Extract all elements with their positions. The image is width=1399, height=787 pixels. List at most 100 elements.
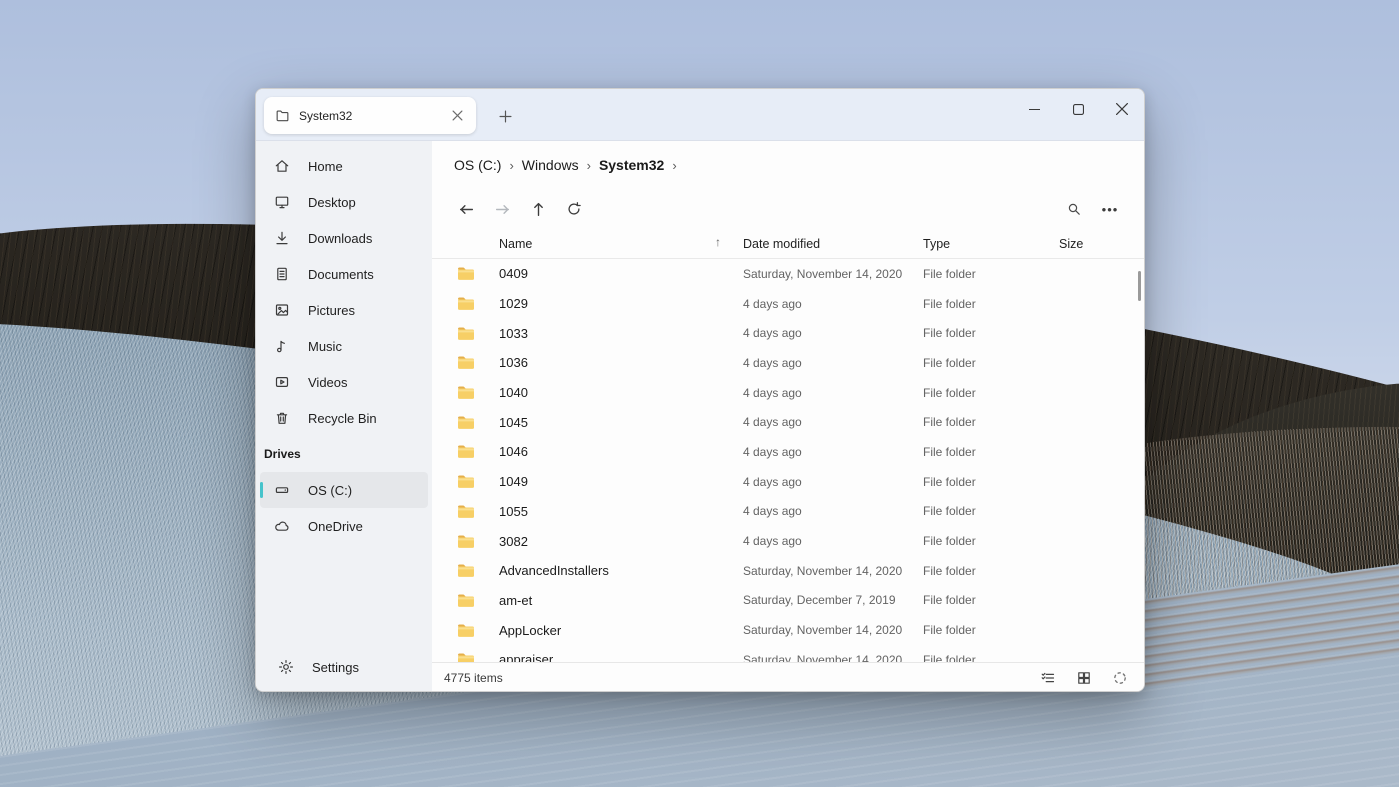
sidebar-item-desktop[interactable]: Desktop [260,184,428,220]
sidebar-item-onedrive[interactable]: OneDrive [260,508,428,544]
file-type: File folder [923,593,976,608]
sidebar-item-label: Home [308,158,343,174]
file-row-1045[interactable]: 1045 4 days ago File folder [432,407,1144,437]
gear-icon [278,659,294,675]
file-row-0409[interactable]: 0409 Saturday, November 14, 2020 File fold… [432,259,1144,289]
sidebar-item-label: Videos [308,374,348,390]
drive-icon [274,482,290,498]
downloads-icon [274,230,290,246]
sidebar-item-downloads[interactable]: Downloads [260,220,428,256]
folder-outline-icon [275,108,290,123]
sidebar-item-label: Recycle Bin [308,410,377,426]
up-arrow-icon[interactable] [522,194,554,224]
pictures-icon [274,302,290,318]
sidebar-drive-items: OS (C:) OneDrive [256,472,432,544]
column-header-name[interactable]: Name [499,237,743,251]
tab-title: System32 [299,108,353,123]
new-tab-button[interactable] [493,104,517,128]
sidebar-settings-slot: Settings [260,649,428,685]
sidebar-item-settings[interactable]: Settings [264,649,424,685]
folder-icon [457,385,499,400]
forward-arrow-icon[interactable] [486,194,518,224]
breadcrumb-windows[interactable]: Windows [522,157,579,173]
sidebar-item-recycle-bin[interactable]: Recycle Bin [260,400,428,436]
videos-icon [274,374,290,390]
file-type: File folder [923,266,976,281]
sidebar-item-label: Settings [312,659,359,675]
file-row-1040[interactable]: 1040 4 days ago File folder [432,378,1144,408]
file-name: AppLocker [499,622,562,638]
folder-icon [457,266,499,281]
sidebar-item-os-c[interactable]: OS (C:) [260,472,428,508]
sidebar-item-pictures[interactable]: Pictures [260,292,428,328]
sidebar-item-music[interactable]: Music [260,328,428,364]
sidebar-section-drives: Drives [264,447,301,461]
breadcrumb-os-c[interactable]: OS (C:) [454,157,501,173]
back-arrow-icon[interactable] [450,194,482,224]
file-name: 3082 [499,533,528,549]
breadcrumb-system32[interactable]: System32 [599,157,664,173]
close-window-icon[interactable] [1100,89,1144,129]
file-row-AppLocker[interactable]: AppLocker Saturday, November 14, 2020 File… [432,615,1144,645]
file-row-1046[interactable]: 1046 4 days ago File folder [432,437,1144,467]
column-headers: Name Date modified Type Size ↑ [432,229,1144,259]
navigation-toolbar: ••• [432,189,1144,229]
sidebar-pinned-items: Home Desktop Downloads Documents Pictures Mus… [256,148,432,436]
music-icon [274,338,290,354]
breadcrumb-separator: › [509,157,514,173]
sort-ascending-icon[interactable]: ↑ [715,235,721,249]
file-list-pane: OS (C:) › Windows › System32 › ••• Name … [432,141,1144,691]
file-row-1049[interactable]: 1049 4 days ago File folder [432,467,1144,497]
file-date-modified: Saturday, November 14, 2020 [743,652,903,662]
file-date-modified: 4 days ago [743,444,802,459]
tab-system32[interactable]: System32 [264,97,476,134]
file-date-modified: 4 days ago [743,415,802,430]
file-type: File folder [923,652,976,662]
tab-bar[interactable]: System32 [256,89,1144,141]
folder-icon [457,474,499,489]
sidebar-item-label: OS (C:) [308,482,353,498]
file-name: 1055 [499,503,528,519]
sidebar-item-documents[interactable]: Documents [260,256,428,292]
sidebar-item-home[interactable]: Home [260,148,428,184]
file-row-1029[interactable]: 1029 4 days ago File folder [432,289,1144,319]
file-date-modified: 4 days ago [743,326,802,341]
file-row-1036[interactable]: 1036 4 days ago File folder [432,348,1144,378]
window-controls [1012,89,1144,141]
file-name: 0409 [499,266,528,282]
file-row-1055[interactable]: 1055 4 days ago File folder [432,497,1144,527]
file-type: File folder [923,504,976,519]
refresh-icon[interactable] [558,194,590,224]
items-count: 4775 items [444,670,503,685]
spinner-icon [1106,666,1134,690]
grid-view-icon[interactable] [1070,666,1098,690]
file-name: 1046 [499,444,528,460]
file-row-1033[interactable]: 1033 4 days ago File folder [432,318,1144,348]
desktop-icon [274,194,290,210]
ellipsis-glyph: ••• [1101,201,1119,217]
file-date-modified: 4 days ago [743,385,802,400]
file-row-3082[interactable]: 3082 4 days ago File folder [432,526,1144,556]
more-options-icon[interactable]: ••• [1094,194,1126,224]
file-explorer-window: System32 Home Desktop Downloads Documents Pi… [255,88,1145,692]
file-row-AdvancedInstallers[interactable]: AdvancedInstallers Saturday, November 14,… [432,556,1144,586]
file-name: appraiser [499,652,554,662]
file-date-modified: Saturday, November 14, 2020 [743,563,903,578]
sidebar-item-label: OneDrive [308,518,363,534]
tab-close-icon[interactable] [446,105,468,127]
column-header-date-modified[interactable]: Date modified [743,237,923,251]
breadcrumb-separator: › [586,157,591,173]
file-row-appraiser[interactable]: appraiser Saturday, November 14, 2020 File… [432,645,1144,662]
file-name: AdvancedInstallers [499,563,609,579]
minimize-icon[interactable] [1012,89,1056,129]
scrollbar-thumb[interactable] [1138,271,1141,301]
sidebar-item-label: Documents [308,266,374,282]
search-icon[interactable] [1058,194,1090,224]
column-header-size[interactable]: Size [1059,237,1144,251]
file-row-am-et[interactable]: am-et Saturday, December 7, 2019 File fold… [432,586,1144,616]
column-header-type[interactable]: Type [923,237,1059,251]
maximize-icon[interactable] [1056,89,1100,129]
details-view-icon[interactable] [1034,666,1062,690]
file-date-modified: 4 days ago [743,534,802,549]
sidebar-item-videos[interactable]: Videos [260,364,428,400]
